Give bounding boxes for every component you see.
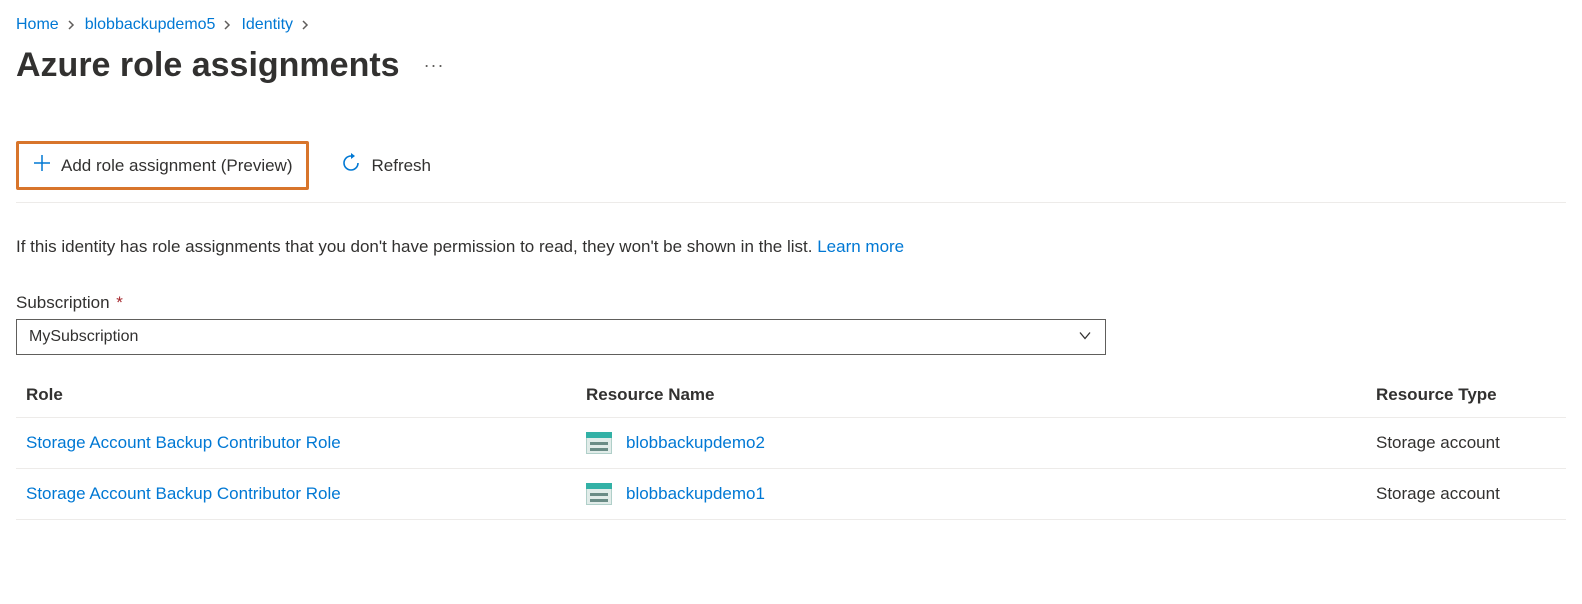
breadcrumb-resource[interactable]: blobbackupdemo5 bbox=[85, 16, 216, 34]
breadcrumb-identity[interactable]: Identity bbox=[241, 16, 293, 34]
refresh-label: Refresh bbox=[371, 156, 431, 176]
table-row: Storage Account Backup Contributor Role … bbox=[16, 469, 1566, 520]
storage-account-icon bbox=[586, 483, 612, 505]
more-actions-button[interactable]: ··· bbox=[420, 51, 449, 80]
plus-icon bbox=[33, 154, 51, 177]
storage-account-icon bbox=[586, 432, 612, 454]
subscription-label: Subscription * bbox=[16, 293, 1566, 313]
add-role-assignment-button[interactable]: Add role assignment (Preview) bbox=[16, 141, 309, 190]
chevron-right-icon bbox=[223, 17, 233, 33]
breadcrumb-home[interactable]: Home bbox=[16, 16, 59, 34]
page-title: Azure role assignments bbox=[16, 46, 400, 85]
add-role-assignment-label: Add role assignment (Preview) bbox=[61, 156, 292, 176]
table-row: Storage Account Backup Contributor Role … bbox=[16, 418, 1566, 469]
role-link[interactable]: Storage Account Backup Contributor Role bbox=[26, 433, 341, 452]
resource-type-cell: Storage account bbox=[1366, 418, 1566, 469]
breadcrumb: Home blobbackupdemo5 Identity bbox=[16, 16, 1566, 34]
toolbar: Add role assignment (Preview) Refresh bbox=[16, 141, 1566, 203]
column-header-resource-name[interactable]: Resource Name bbox=[576, 373, 1366, 418]
resource-name-link[interactable]: blobbackupdemo2 bbox=[626, 433, 765, 453]
role-assignments-table: Role Resource Name Resource Type Storage… bbox=[16, 373, 1566, 520]
resource-name-link[interactable]: blobbackupdemo1 bbox=[626, 484, 765, 504]
resource-type-cell: Storage account bbox=[1366, 469, 1566, 520]
subscription-label-text: Subscription bbox=[16, 293, 110, 312]
column-header-role[interactable]: Role bbox=[16, 373, 576, 418]
chevron-right-icon bbox=[301, 17, 311, 33]
refresh-icon bbox=[341, 153, 361, 178]
role-link[interactable]: Storage Account Backup Contributor Role bbox=[26, 484, 341, 503]
chevron-right-icon bbox=[67, 17, 77, 33]
required-marker: * bbox=[116, 293, 123, 312]
info-text: If this identity has role assignments th… bbox=[16, 237, 1566, 257]
refresh-button[interactable]: Refresh bbox=[327, 143, 445, 188]
info-text-body: If this identity has role assignments th… bbox=[16, 237, 817, 256]
column-header-resource-type[interactable]: Resource Type bbox=[1366, 373, 1566, 418]
subscription-select[interactable]: MySubscription bbox=[16, 319, 1106, 355]
learn-more-link[interactable]: Learn more bbox=[817, 237, 904, 256]
